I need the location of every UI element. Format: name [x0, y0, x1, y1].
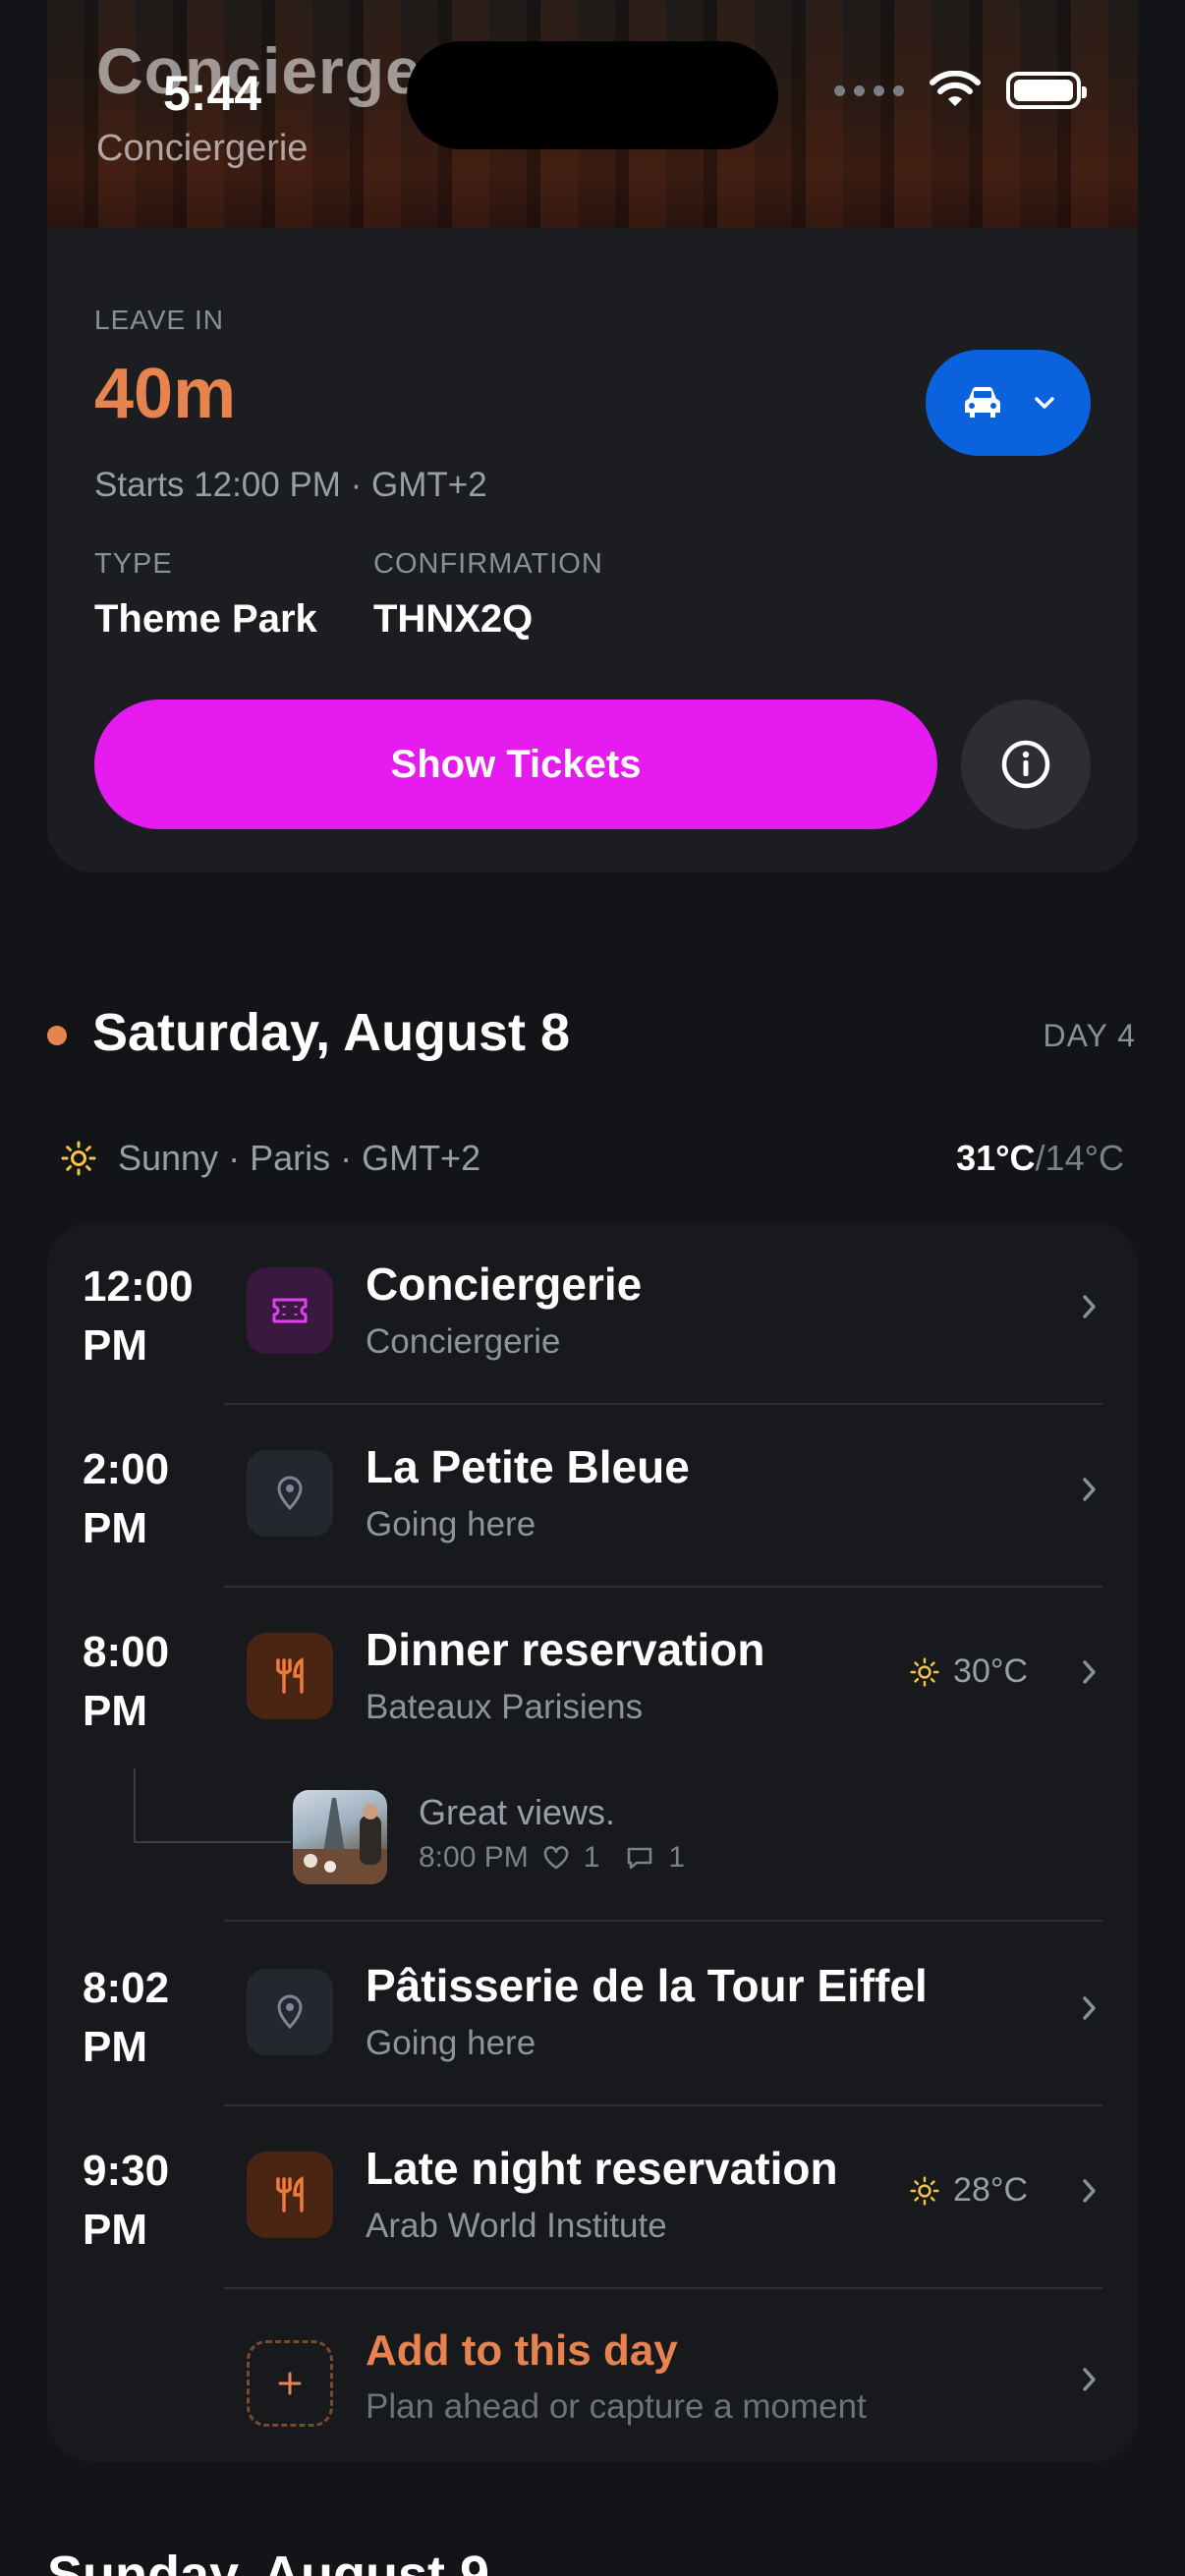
itinerary-item-late-night-reservation[interactable]: 9:30 PM Late night reservation Arab World…	[47, 2106, 1138, 2289]
fork-knife-icon	[247, 2152, 333, 2238]
sun-icon	[61, 1141, 96, 1176]
temp-high: 31°C	[956, 1138, 1036, 1178]
item-time: 9:30 PM	[83, 2147, 170, 2254]
item-subtitle: Arab World Institute	[366, 2207, 667, 2245]
moment-time: 8:00 PM	[419, 1841, 529, 1874]
moment-meta: 8:00 PM 1 1	[419, 1841, 685, 1875]
item-title: Late night reservation	[366, 2143, 838, 2194]
add-subtitle: Plan ahead or capture a moment	[366, 2387, 867, 2426]
chevron-right-icon	[1083, 1660, 1096, 1684]
itinerary-item-la-petite-bleue[interactable]: 2:00 PM La Petite Bleue Going here	[47, 1405, 1138, 1588]
itinerary-item-dinner-reservation[interactable]: 8:00 PM Dinner reservation Bateaux Parisi…	[47, 1588, 1138, 1770]
hero-subtitle: Conciergerie	[96, 128, 309, 169]
moment-comments: 1	[668, 1841, 686, 1874]
chevron-right-icon	[1083, 2179, 1096, 2203]
car-icon	[965, 387, 1000, 418]
itinerary-item-patisserie[interactable]: 8:02 PM Pâtisserie de la Tour Eiffel Goin…	[47, 1924, 1138, 2106]
leave-in-label: LEAVE IN	[94, 305, 224, 335]
item-time: 2:00 PM	[83, 1445, 170, 1552]
info-icon	[1001, 740, 1050, 789]
item-subtitle: Going here	[366, 1505, 536, 1543]
moment-connector	[134, 1841, 291, 1843]
type-value: Theme Park	[94, 597, 317, 641]
day-temperatures: 31°C/14°C	[956, 1138, 1124, 1179]
leave-in-value: 40m	[94, 355, 237, 433]
item-title: Dinner reservation	[366, 1624, 765, 1675]
next-day-title: Sunday, August 9	[47, 2546, 490, 2576]
day-indicator-dot	[47, 1026, 67, 1045]
add-to-day-button[interactable]: Add to this day Plan ahead or capture a …	[47, 2289, 1138, 2462]
plus-icon	[247, 2340, 333, 2427]
day-title: Saturday, August 8	[92, 1003, 571, 1062]
confirmation-value: THNX2Q	[373, 597, 534, 641]
chevron-down-icon	[1035, 397, 1054, 409]
moment-photo[interactable]	[293, 1790, 387, 1884]
item-time: 8:02 PM	[83, 1964, 170, 2071]
add-title: Add to this day	[366, 2326, 678, 2375]
battery-icon	[1006, 72, 1087, 109]
item-time: 12:00 PM	[83, 1262, 194, 1370]
item-subtitle: Bateaux Parisiens	[366, 1688, 644, 1726]
item-title: La Petite Bleue	[366, 1441, 690, 1492]
chevron-right-icon	[1083, 1295, 1096, 1318]
day-weather: Sunny · Paris · GMT+2	[61, 1138, 480, 1179]
divider	[224, 1920, 1102, 1922]
start-time: Starts 12:00 PM · GMT+2	[94, 466, 487, 504]
item-subtitle: Conciergerie	[366, 1322, 561, 1361]
sun-icon	[910, 1656, 939, 1687]
wifi-icon	[930, 71, 981, 106]
transport-mode-button[interactable]	[926, 350, 1091, 456]
item-subtitle: Going here	[366, 2024, 536, 2062]
sun-icon	[910, 2175, 939, 2206]
temp-low: /14°C	[1035, 1138, 1124, 1178]
comment-icon[interactable]	[625, 1845, 654, 1871]
location-pin-icon	[247, 1450, 333, 1537]
location-pin-icon	[247, 1969, 333, 2055]
fork-knife-icon	[247, 1633, 333, 1719]
type-label: TYPE	[94, 548, 173, 580]
itinerary-list: 12:00 PM Conciergerie Conciergerie 2:00 PM…	[47, 1222, 1138, 2462]
dynamic-island	[407, 41, 778, 149]
moment-text: Great views.	[419, 1792, 616, 1832]
ticket-icon	[247, 1267, 333, 1354]
item-title: Pâtisserie de la Tour Eiffel	[366, 1960, 928, 2011]
item-temp: 28°C	[953, 2171, 1028, 2209]
show-tickets-button[interactable]: Show Tickets	[94, 700, 937, 829]
itinerary-item-conciergerie[interactable]: 12:00 PM Conciergerie Conciergerie	[47, 1222, 1138, 1405]
status-time: 5:44	[163, 66, 262, 121]
next-event-card: LEAVE IN 40m Starts 12:00 PM · GMT+2 TYP…	[47, 228, 1138, 872]
item-weather: 30°C	[910, 1652, 1028, 1691]
item-temp: 30°C	[953, 1652, 1028, 1690]
item-weather: 28°C	[910, 2171, 1028, 2210]
confirmation-label: CONFIRMATION	[373, 548, 603, 580]
status-icons	[834, 71, 1087, 110]
weather-text: Sunny · Paris · GMT+2	[118, 1138, 481, 1178]
signal-dots-icon	[834, 84, 904, 96]
info-button[interactable]	[961, 700, 1091, 829]
moment-likes: 1	[583, 1841, 600, 1874]
moment-connector	[134, 1768, 136, 1843]
item-time: 8:00 PM	[83, 1628, 170, 1735]
day-number: DAY 4	[1043, 1018, 1136, 1053]
chevron-right-icon	[1083, 1996, 1096, 2020]
chevron-right-icon	[1083, 1478, 1096, 1501]
chevron-right-icon	[1083, 2368, 1096, 2391]
item-title: Conciergerie	[366, 1259, 643, 1310]
heart-icon[interactable]	[542, 1845, 570, 1871]
